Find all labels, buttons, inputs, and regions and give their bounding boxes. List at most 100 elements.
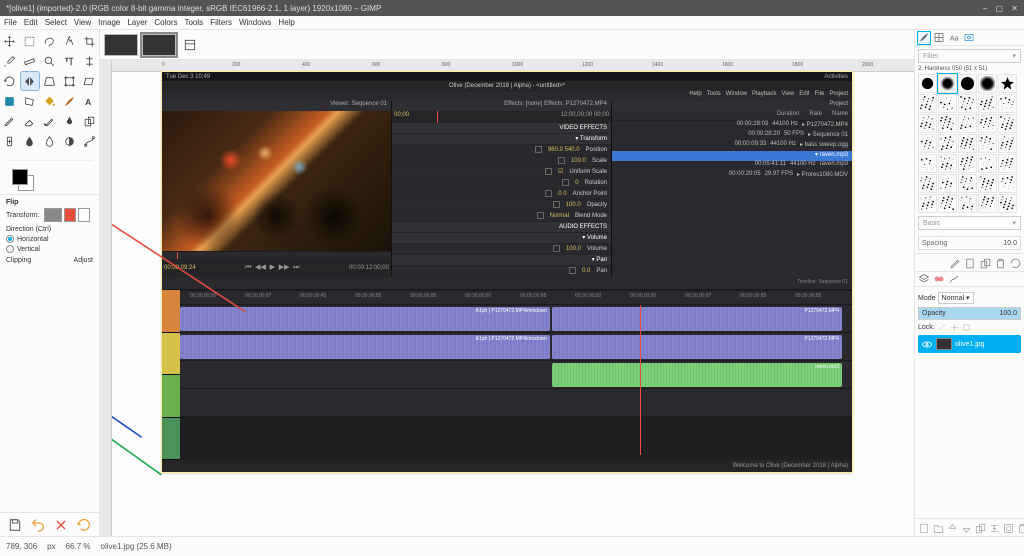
brush-swatch[interactable] [998, 74, 1017, 93]
olive-skip-end-icon[interactable]: ⏭ [293, 264, 299, 271]
duplicate-brush-icon[interactable] [979, 257, 991, 269]
tool-airbrush[interactable] [41, 112, 59, 130]
brush-swatch[interactable] [958, 194, 977, 213]
tool-rect-select[interactable] [21, 32, 39, 50]
olive-project-row[interactable]: 00:00:20:0529.97 FPS▸ Prores1080.MOV [612, 171, 852, 181]
tool-text[interactable] [61, 52, 79, 70]
canvas-area[interactable]: 0 200 400 600 800 1000 1200 1400 1600 18… [112, 60, 914, 536]
tool-move[interactable] [1, 32, 19, 50]
brush-swatch[interactable] [978, 154, 997, 173]
brush-swatch[interactable] [918, 134, 937, 153]
merge-down-icon[interactable] [988, 522, 999, 533]
olive-track-a2[interactable]: raven.mp3 [180, 361, 852, 389]
radio-vertical[interactable] [6, 245, 14, 253]
tool-flip[interactable] [21, 72, 39, 90]
tool-shear[interactable] [81, 72, 99, 90]
olive-menu-item[interactable]: View [781, 91, 794, 100]
raise-layer-icon[interactable] [946, 522, 957, 533]
olive-fx-row[interactable]: ☑Uniform Scale [392, 167, 611, 178]
brush-swatch[interactable] [938, 134, 957, 153]
paths-tab-icon[interactable] [948, 273, 960, 285]
col-name[interactable]: Name [832, 111, 848, 120]
transform-target-selection-button[interactable] [64, 208, 76, 222]
tool-perspective[interactable] [41, 72, 59, 90]
olive-clip[interactable]: P1270472.MP4 [552, 307, 842, 331]
olive-fx-row[interactable]: 100.0Volume [392, 244, 611, 255]
transform-target-layer-button[interactable] [44, 208, 62, 222]
olive-viewer-scrub[interactable] [162, 251, 391, 259]
tool-cage[interactable] [21, 92, 39, 110]
duplicate-layer-icon[interactable] [974, 522, 985, 533]
olive-track-a1[interactable]: A1ph | P1270472.MP4/mixdown P1270472.MP4 [180, 333, 852, 361]
lock-position-icon[interactable] [950, 323, 959, 332]
olive-menu-item[interactable]: Tools [707, 91, 721, 100]
tool-dodge[interactable] [61, 132, 79, 150]
edit-brush-icon[interactable] [949, 257, 961, 269]
reset-icon[interactable] [76, 517, 92, 533]
save-options-icon[interactable] [7, 517, 23, 533]
menu-layer[interactable]: Layer [127, 18, 147, 27]
tool-paintbrush[interactable] [61, 92, 79, 110]
menu-help[interactable]: Help [278, 18, 294, 27]
clipping-value[interactable]: Adjust [74, 257, 93, 264]
filter-dropdown[interactable]: Filter▾ [918, 49, 1021, 63]
brush-swatch[interactable] [978, 174, 997, 193]
brush-swatch[interactable] [958, 114, 977, 133]
delete-icon[interactable] [53, 517, 69, 533]
olive-project-row[interactable]: ▾ raven.mp3 [612, 151, 852, 161]
brush-swatch[interactable] [958, 94, 977, 113]
olive-next-frame-icon[interactable]: ▶▶ [279, 264, 290, 271]
menu-file[interactable]: File [4, 18, 17, 27]
tool-ink[interactable] [61, 112, 79, 130]
tool-path[interactable] [81, 132, 99, 150]
olive-clip[interactable]: raven.mp3 [552, 363, 842, 387]
brush-swatch[interactable] [998, 114, 1017, 133]
brush-swatch[interactable] [998, 154, 1017, 173]
radio-horizontal[interactable] [6, 235, 14, 243]
menu-tools[interactable]: Tools [185, 18, 204, 27]
opacity-slider[interactable]: Opacity 100.0 [918, 307, 1021, 320]
history-tab-icon[interactable] [963, 32, 975, 44]
olive-fx-volume-header[interactable]: ▾ Volume [392, 233, 611, 244]
status-zoom[interactable]: 66.7 % [66, 542, 91, 551]
olive-prev-frame-icon[interactable]: ◀◀ [255, 264, 266, 271]
delete-layer-icon[interactable] [1016, 522, 1024, 533]
olive-fx-row[interactable]: 0Rotation [392, 178, 611, 189]
transform-target-path-button[interactable] [78, 208, 90, 222]
fg-color-swatch[interactable] [12, 169, 28, 185]
brush-swatch[interactable] [918, 154, 937, 173]
menu-colors[interactable]: Colors [154, 18, 177, 27]
delete-brush-icon[interactable] [994, 257, 1006, 269]
refresh-brush-icon[interactable] [1009, 257, 1021, 269]
brush-swatch[interactable] [978, 114, 997, 133]
olive-fx-row[interactable]: 100.0Opacity [392, 200, 611, 211]
olive-menu-item[interactable]: Help [689, 91, 701, 100]
tool-pencil[interactable] [1, 112, 19, 130]
brush-swatch[interactable] [938, 154, 957, 173]
brush-swatch[interactable] [998, 194, 1017, 213]
direction-horizontal-option[interactable]: Horizontal [6, 235, 93, 243]
olive-menu-item[interactable]: File [815, 91, 825, 100]
tool-zoom[interactable] [41, 52, 59, 70]
olive-project-row[interactable]: 00:00:28:2050 FPS▸ Sequence 01 [612, 131, 852, 141]
window-minimize-button[interactable]: – [983, 4, 987, 13]
olive-timeline-body[interactable]: 00;30,00;0087;30,00;0045;00,00;0082;30,0… [180, 290, 852, 460]
brush-swatch[interactable] [938, 194, 957, 213]
tool-free-select[interactable] [41, 32, 59, 50]
olive-menu-item[interactable]: Playback [752, 91, 776, 100]
tool-eraser[interactable] [21, 112, 39, 130]
canvas-image[interactable]: Tue Dec 3 10:49 Activities Olive (Decemb… [162, 72, 852, 472]
brush-swatch[interactable] [998, 134, 1017, 153]
lock-paint-icon[interactable] [938, 323, 947, 332]
menu-filters[interactable]: Filters [210, 18, 232, 27]
undo-icon[interactable] [30, 517, 46, 533]
direction-vertical-option[interactable]: Vertical [6, 245, 93, 253]
olive-skip-start-icon[interactable]: ⏮ [245, 264, 251, 271]
olive-fx-row[interactable]: NormalBlend Mode [392, 211, 611, 222]
new-brush-icon[interactable] [964, 257, 976, 269]
tool-bucket-fill[interactable] [41, 92, 59, 110]
layers-tab-icon[interactable] [918, 273, 930, 285]
brush-swatch[interactable] [938, 114, 957, 133]
olive-clip[interactable]: A1ph | P1270472.MP4/mixdown [180, 335, 550, 359]
olive-timeline[interactable]: 00;30,00;0087;30,00;0045;00,00;0082;30,0… [162, 290, 852, 460]
